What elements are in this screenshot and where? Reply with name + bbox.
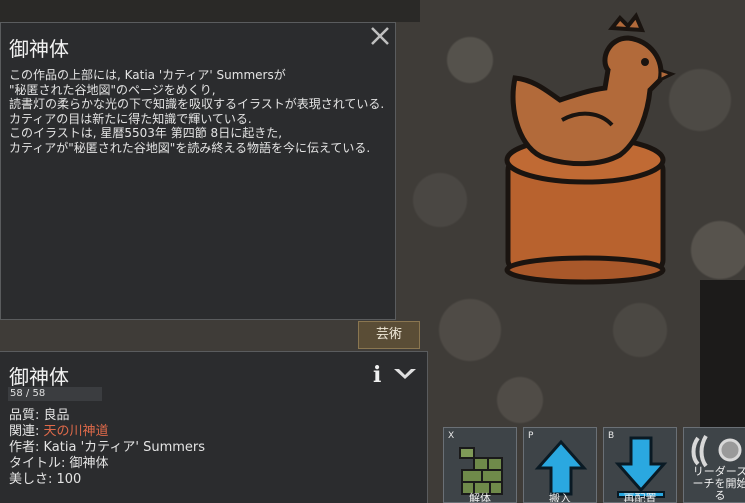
close-button[interactable]	[369, 25, 391, 47]
inspect-stats: 品質: 良品 関連: 天の川神道 作者: Katia 'カティア' Summer…	[9, 408, 205, 488]
collapse-icon[interactable]	[393, 367, 417, 381]
info-panel: 御神体 この作品の上部には, Katia 'カティア' Summersが "秘匿…	[0, 22, 396, 320]
start-research-label: リーダース ーチを開始 る	[692, 465, 745, 502]
close-icon[interactable]	[369, 25, 391, 47]
reinstall-button[interactable]: B 再配置	[603, 427, 677, 503]
stat-title: タイトル: 御神体	[9, 456, 109, 471]
stat-beauty: 美しさ: 100	[9, 472, 82, 487]
stat-quality: 品質: 良品	[9, 408, 70, 423]
haul-button[interactable]: P 搬入	[523, 427, 597, 503]
deconstruct-button[interactable]: X 解体	[443, 427, 517, 503]
stat-related: 関連: 天の川神道	[9, 424, 109, 439]
info-title: 御神体	[9, 37, 69, 61]
inspect-title: 御神体	[9, 365, 69, 389]
tab-art[interactable]: 芸術	[358, 321, 420, 349]
hit-points-text: 58 / 58	[10, 388, 46, 399]
info-icon[interactable]: i	[373, 362, 381, 388]
stat-author: 作者: Katia 'カティア' Summers	[9, 440, 206, 455]
info-description: この作品の上部には, Katia 'カティア' Summersが "秘匿された谷…	[9, 68, 385, 155]
ideology-link[interactable]: 天の川神道	[44, 424, 109, 439]
start-research-button[interactable]: リーダース ーチを開始 る	[683, 427, 745, 503]
